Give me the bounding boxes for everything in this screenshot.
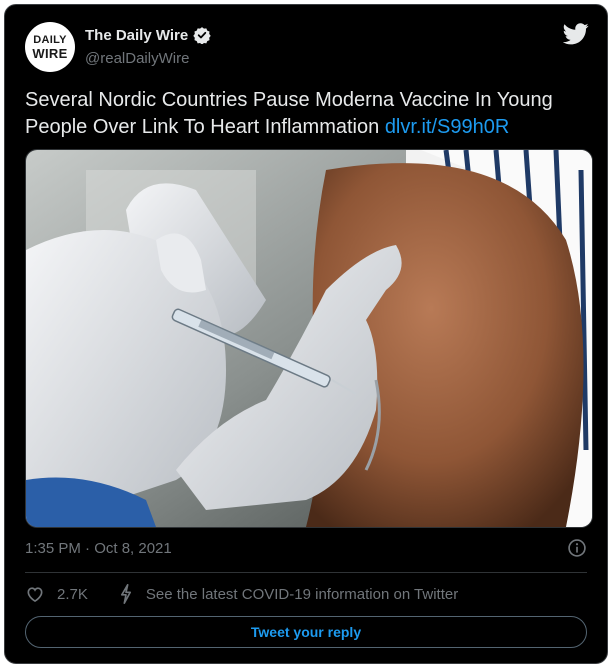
lightning-icon bbox=[120, 584, 131, 604]
like-count[interactable]: 2.7K bbox=[57, 586, 88, 603]
info-icon[interactable] bbox=[567, 538, 587, 558]
tweet-card: DAILY WIRE The Daily Wire @realDailyWire… bbox=[4, 4, 608, 664]
avatar-text-line1: DAILY bbox=[33, 33, 67, 46]
vaccination-photo bbox=[26, 150, 592, 527]
author-name-row[interactable]: The Daily Wire bbox=[85, 26, 211, 44]
tweet-link[interactable]: dlvr.it/S99h0R bbox=[385, 116, 510, 138]
verified-badge-icon bbox=[193, 27, 211, 44]
author-handle[interactable]: @realDailyWire bbox=[85, 50, 189, 67]
covid-info-link[interactable]: See the latest COVID-19 information on T… bbox=[146, 586, 458, 603]
avatar[interactable]: DAILY WIRE bbox=[25, 22, 75, 72]
twitter-bird-icon[interactable] bbox=[563, 23, 589, 45]
tweet-media-image[interactable] bbox=[25, 149, 593, 528]
avatar-text-line2: WIRE bbox=[32, 45, 68, 61]
author-name[interactable]: The Daily Wire bbox=[85, 27, 188, 44]
divider bbox=[25, 572, 587, 573]
tweet-timestamp[interactable]: 1:35 PM · Oct 8, 2021 bbox=[25, 540, 172, 557]
tweet-text: Several Nordic Countries Pause Moderna V… bbox=[25, 87, 595, 141]
action-bar: 2.7K See the latest COVID-19 information… bbox=[25, 583, 458, 605]
tweet-reply-button[interactable]: Tweet your reply bbox=[25, 616, 587, 648]
heart-icon[interactable] bbox=[25, 584, 45, 604]
